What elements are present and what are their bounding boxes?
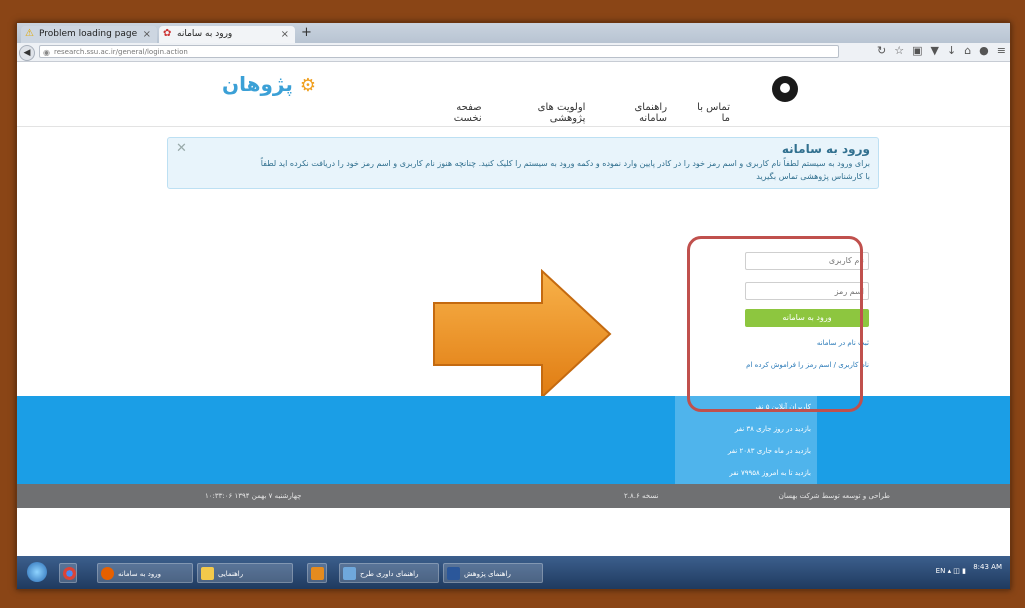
alert-text-line1: برای ورود به سیستم لطفاً نام کاربری و اس… <box>260 159 870 168</box>
menu-icon[interactable]: ≡ <box>997 44 1006 57</box>
taskbar-item-firefox[interactable]: ورود به سامانه <box>97 563 193 583</box>
tab-label: ورود به سامانه <box>177 29 233 39</box>
url-text: research.ssu.ac.ir/general/login.action <box>54 48 188 56</box>
clipboard-icon[interactable]: ▣ <box>912 44 922 57</box>
back-icon[interactable]: ◀ <box>19 45 35 61</box>
close-tab-icon[interactable]: × <box>143 26 151 43</box>
pocket-icon[interactable]: ▼ <box>931 44 939 57</box>
menu-item-home[interactable]: صفحه نخست <box>427 102 482 124</box>
clock-time: 8:43 AM <box>973 563 1002 571</box>
chat-icon[interactable]: ● <box>979 44 989 57</box>
browser-tab-bar: ⚠ Problem loading page × ✿ ورود به سامان… <box>17 23 1010 43</box>
reload-icon[interactable]: ↻ <box>877 44 886 57</box>
stats-footer: کاربران آنلاین ۵ نفر بازدید در روز جاری … <box>17 396 1010 484</box>
taskbar-item-folder[interactable]: راهنمایی <box>197 563 293 583</box>
stat-visits-total: بازدید تا به امروز ۷۹۹۵۸ نفر <box>729 469 811 477</box>
chrome-icon <box>63 567 76 580</box>
site-header: پژوهان ⚙ صفحه نخست اولویت های پژوهشی راه… <box>17 62 1010 127</box>
firefox-icon <box>101 567 114 580</box>
stat-visits-month: بازدید در ماه جاری ۲۰۸۳ نفر <box>727 447 811 455</box>
lang-indicator[interactable]: EN <box>936 567 946 575</box>
date-text: چهارشنبه ۷ بهمن ۱۳۹۴ ۱۰:۳۳:۰۶ <box>205 492 302 500</box>
menu-item-contact[interactable]: تماس با ما <box>687 102 730 124</box>
alert-title: ورود به سامانه <box>781 142 870 156</box>
university-logo[interactable] <box>772 76 798 102</box>
taskbar-label: راهنمای داوری طرح <box>360 570 419 578</box>
media-player-icon <box>311 567 324 580</box>
web-page: پژوهان ⚙ صفحه نخست اولویت های پژوهشی راه… <box>17 62 1010 556</box>
close-tab-icon[interactable]: × <box>281 26 289 43</box>
orange-arrow-annotation <box>433 269 612 399</box>
taskbar-label: راهنمای پژوهش <box>464 570 511 578</box>
version-text: نسخه ۲.۸.۶ <box>624 492 659 500</box>
menu-item-help[interactable]: راهنمای سامانه <box>605 102 667 124</box>
menu-item-priorities[interactable]: اولویت های پژوهشی <box>502 102 586 124</box>
system-tray: EN ▴ ◫ ▮ <box>936 567 966 575</box>
windows-taskbar: ورود به سامانه راهنمایی راهنمای داوری طر… <box>17 556 1010 589</box>
warning-icon: ⚠ <box>25 28 34 39</box>
stat-visits-today: بازدید در روز جاری ۳۸ نفر <box>734 425 811 433</box>
home-icon[interactable]: ⌂ <box>964 44 971 57</box>
tab-problem-loading[interactable]: ⚠ Problem loading page × <box>21 26 157 43</box>
taskbar-label: راهنمایی <box>218 570 244 578</box>
start-button[interactable] <box>27 562 47 582</box>
address-bar[interactable]: ◉ research.ssu.ac.ir/general/login.actio… <box>39 45 839 58</box>
taskbar-item-paint[interactable]: راهنمای داوری طرح <box>339 563 439 583</box>
network-icon[interactable]: ▴ ◫ ▮ <box>948 567 966 575</box>
word-icon <box>447 567 460 580</box>
taskbar-label: ورود به سامانه <box>118 570 161 578</box>
tab-login[interactable]: ✿ ورود به سامانه × <box>159 26 295 43</box>
globe-icon: ◉ <box>43 48 50 57</box>
close-icon[interactable]: ✕ <box>176 141 187 156</box>
download-icon[interactable]: ↓ <box>947 44 956 57</box>
gear-icon: ⚙ <box>299 75 316 96</box>
nav-toolbar: ↻ ☆ ▣ ▼ ↓ ⌂ ● ≡ <box>877 44 1006 57</box>
media-player-taskbar-icon[interactable] <box>307 563 327 583</box>
clock[interactable]: 8:43 AM <box>973 562 1002 572</box>
browser-nav-bar: ◀ ◉ research.ssu.ac.ir/general/login.act… <box>17 43 1010 62</box>
new-tab-icon[interactable]: + <box>301 26 312 40</box>
credits-text: طراحی و توسعه توسط شرکت بهسان <box>778 492 890 500</box>
tab-label: Problem loading page <box>39 29 138 39</box>
screenshot-frame: ⚠ Problem loading page × ✿ ورود به سامان… <box>16 22 1011 590</box>
site-brand-logo[interactable]: پژوهان ⚙ <box>222 72 316 96</box>
main-menu: صفحه نخست اولویت های پژوهشی راهنمای ساما… <box>427 102 730 124</box>
paint-icon <box>343 567 356 580</box>
red-highlight-annotation <box>687 236 863 412</box>
bottom-bar: طراحی و توسعه توسط شرکت بهسان نسخه ۲.۸.۶… <box>17 484 1010 508</box>
site-icon: ✿ <box>163 28 172 39</box>
brand-text: پژوهان <box>222 72 293 96</box>
chrome-taskbar-icon[interactable] <box>59 563 77 583</box>
info-alert: ✕ ورود به سامانه برای ورود به سیستم لطفا… <box>167 137 879 189</box>
alert-text-line2: با کارشناس پژوهشی تماس بگیرید <box>756 172 870 181</box>
star-icon[interactable]: ☆ <box>894 44 904 57</box>
taskbar-item-word[interactable]: راهنمای پژوهش <box>443 563 543 583</box>
folder-icon <box>201 567 214 580</box>
